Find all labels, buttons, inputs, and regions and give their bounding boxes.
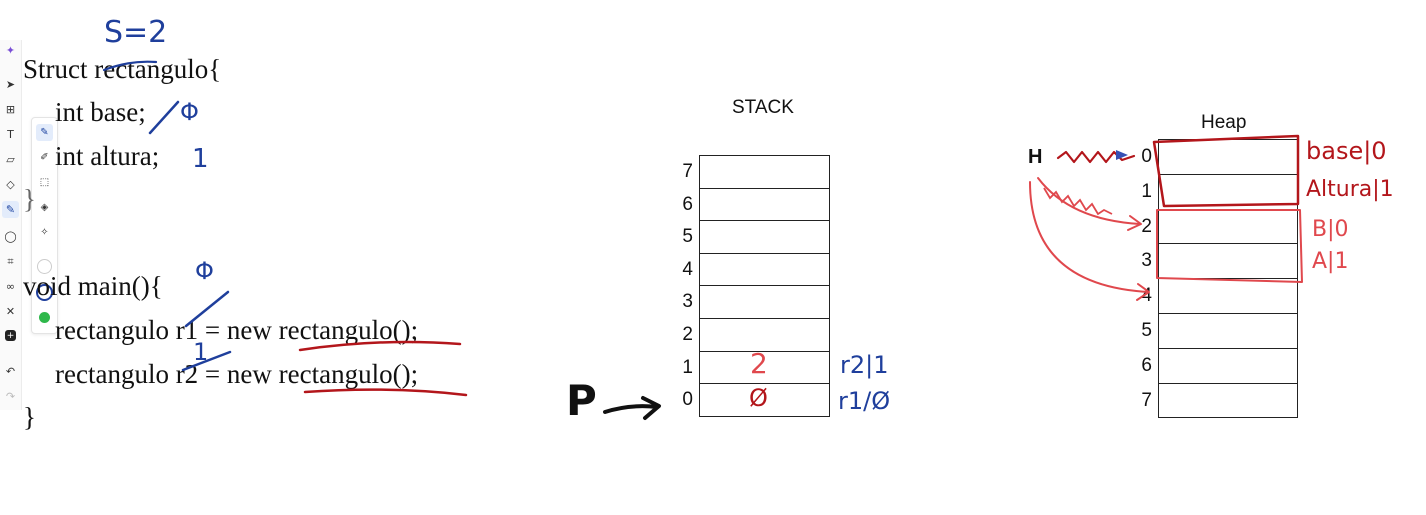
- text-icon[interactable]: T: [2, 126, 19, 143]
- stack-index: 2: [682, 324, 693, 345]
- pen-options-panel: ✎ ✐ ⬚ ◈ ✧: [31, 117, 58, 334]
- stack-index: 0: [682, 389, 693, 411]
- code-line-altura: int altura;: [55, 141, 160, 171]
- stack-index: 1: [682, 356, 693, 378]
- pen-tool-icon[interactable]: ✎: [36, 124, 53, 141]
- heap-a-note: A|1: [1312, 249, 1349, 274]
- pointer-icon[interactable]: ➤: [2, 76, 19, 93]
- pen-icon[interactable]: ✎: [2, 201, 19, 218]
- highlighter-icon[interactable]: ✐: [36, 149, 53, 166]
- stack-cell: [699, 155, 830, 189]
- frame-icon[interactable]: ⊞: [2, 101, 19, 118]
- link-icon[interactable]: ∞: [2, 278, 19, 295]
- p-arrow: [603, 396, 661, 420]
- code-line-struct: Struct rectangulo{: [23, 54, 222, 84]
- heap-index: 2: [1141, 215, 1152, 237]
- stack-index: 6: [682, 193, 693, 215]
- stack-r1-note: r1/Ø: [838, 387, 891, 415]
- h-wavy-arrow: [1056, 150, 1136, 164]
- redo-icon[interactable]: ↷: [2, 388, 19, 405]
- stack-cell: [699, 252, 830, 287]
- heap-altura-note: Altura|1: [1306, 177, 1394, 202]
- code-line-r1: rectangulo r1 = new rectangulo();: [55, 315, 419, 345]
- connector-icon[interactable]: ✕: [2, 303, 19, 320]
- size-note: S=2: [104, 15, 168, 50]
- stack-cell: [699, 220, 830, 254]
- stack-title: STACK: [732, 97, 794, 118]
- heap-index: 6: [1141, 354, 1152, 376]
- stack-r2-note: r2|1: [840, 351, 889, 379]
- heap-cell: [1158, 208, 1298, 245]
- code-line-main: void main(){: [23, 271, 163, 301]
- stack-cell: [699, 187, 830, 222]
- stack-index: 3: [682, 291, 693, 313]
- heap-index: 1: [1141, 180, 1152, 202]
- heap-index: 4: [1141, 285, 1152, 307]
- add-icon[interactable]: +: [5, 330, 16, 341]
- magic-icon[interactable]: ✧: [36, 224, 53, 241]
- stack-cell: [699, 285, 830, 319]
- comment-icon[interactable]: ◯: [2, 228, 19, 245]
- heap-cell: [1158, 173, 1298, 210]
- altura-offset-note: 1: [192, 144, 209, 174]
- heap-index: 7: [1141, 389, 1152, 411]
- main-toolbar: ✦ ➤ ⊞ T ▱ ◇ ✎ ◯ ⌗ ∞ ✕ + ↶ ↷: [0, 40, 22, 410]
- crop-icon[interactable]: ⌗: [2, 253, 19, 270]
- heap-index: 5: [1141, 320, 1152, 341]
- stack-cell-1-value: 2: [750, 347, 768, 380]
- stack-index: 5: [682, 226, 693, 248]
- heap-cell: [1158, 278, 1298, 314]
- sparkle-icon[interactable]: ✦: [2, 42, 19, 59]
- h-arrow-to-2: [1037, 177, 1142, 231]
- code-line-r2: rectangulo r2 = new rectangulo();: [55, 359, 419, 389]
- code-line-base: int base;: [55, 97, 146, 127]
- r1-offset-note: Φ: [195, 257, 214, 285]
- slash-base: [148, 100, 180, 135]
- color-swatch-green[interactable]: [39, 312, 50, 323]
- h-arrow-head: [1116, 150, 1128, 160]
- underline-rectangulo-2: [303, 388, 468, 397]
- heap-pointer-label: H: [1028, 146, 1043, 168]
- heap-cell: [1158, 139, 1298, 175]
- base-offset-note: Φ: [180, 98, 199, 126]
- heap-index: 0: [1141, 146, 1152, 167]
- heap-cell: [1158, 313, 1298, 349]
- heap-base-note: base|0: [1306, 137, 1387, 165]
- sticky-note-icon[interactable]: ▱: [2, 151, 19, 168]
- whiteboard-canvas[interactable]: ✦ ➤ ⊞ T ▱ ◇ ✎ ◯ ⌗ ∞ ✕ + ↶ ↷ ✎ ✐ ⬚ ◈ ✧ St…: [0, 0, 1426, 515]
- code-line-struct-close: }: [23, 184, 36, 214]
- code-line-main-close: }: [23, 402, 36, 432]
- stack-pointer-label: P: [566, 376, 597, 425]
- heap-index: 3: [1141, 250, 1152, 272]
- h-zigzag: [1043, 187, 1113, 216]
- heap-title: Heap: [1201, 112, 1247, 133]
- stack-index: 7: [682, 161, 693, 182]
- stack-cell-0-value: Ø: [749, 384, 768, 412]
- r2-offset-note: 1: [193, 338, 209, 366]
- stack-index: 4: [682, 258, 693, 280]
- undo-icon[interactable]: ↶: [2, 363, 19, 380]
- heap-b-note: B|0: [1312, 217, 1349, 242]
- heap-cell: [1158, 243, 1298, 280]
- shapes-icon[interactable]: ◇: [2, 176, 19, 193]
- heap-cell: [1158, 382, 1298, 419]
- lasso-icon[interactable]: ⬚: [36, 174, 53, 191]
- eraser-icon[interactable]: ◈: [36, 199, 53, 216]
- heap-cell: [1158, 347, 1298, 384]
